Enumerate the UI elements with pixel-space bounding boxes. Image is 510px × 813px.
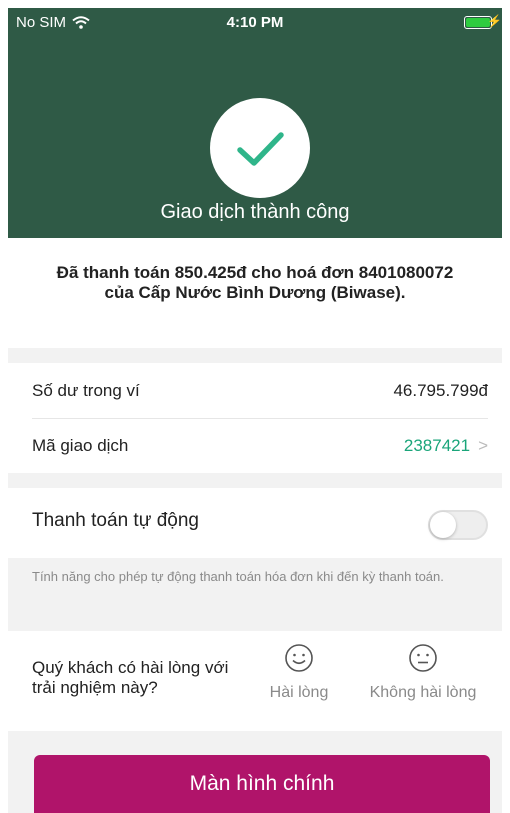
success-title: Giao dịch thành công	[160, 201, 350, 223]
status-bar: No SIM 4:10 PM ⚡	[8, 8, 502, 36]
neutral-face-icon[interactable]	[408, 643, 438, 673]
status-time: 4:10 PM	[226, 14, 284, 31]
auto-pay-toggle[interactable]	[428, 510, 488, 540]
charging-bolt-icon: ⚡	[487, 14, 502, 28]
feedback-unsatisfied-label[interactable]: Không hài lòng	[370, 684, 477, 701]
feedback-unsatisfied-option[interactable]: Không hài lòng	[368, 643, 478, 703]
chevron-right-icon[interactable]: >	[478, 436, 488, 455]
balance-row: Số dư trong ví 46.795.799đ	[32, 363, 488, 419]
auto-pay-label: Thanh toán tự động	[32, 510, 199, 531]
auto-pay-note: Tính năng cho phép tự động thanh toán hó…	[32, 569, 444, 584]
transaction-row[interactable]: Mã giao dịch 2387421 >	[32, 418, 488, 473]
success-header: No SIM 4:10 PM ⚡ Giao dịch thành công	[8, 8, 502, 238]
balance-label: Số dư trong ví	[32, 380, 140, 400]
success-badge	[210, 98, 310, 198]
transaction-id[interactable]: 2387421	[404, 436, 470, 455]
feedback-satisfied-label[interactable]: Hài lòng	[270, 684, 329, 701]
auto-pay-row: Thanh toán tự động	[8, 488, 502, 558]
toggle-knob[interactable]	[430, 512, 456, 538]
feedback-section: Quý khách có hài lòng với trải nghiệm nà…	[8, 631, 502, 731]
transaction-label: Mã giao dịch	[32, 435, 129, 455]
feedback-satisfied-option[interactable]: Hài lòng	[244, 643, 354, 703]
transaction-value-wrap[interactable]: 2387421 >	[404, 436, 488, 456]
home-button[interactable]: Màn hình chính	[34, 755, 490, 813]
smile-icon[interactable]	[284, 643, 314, 673]
feedback-question: Quý khách có hài lòng với trải nghiệm nà…	[32, 658, 229, 697]
payment-message-card: Đã thanh toán 850.425đ cho hoá đơn 84010…	[8, 238, 502, 348]
balance-value: 46.795.799đ	[393, 380, 488, 400]
payment-message: Đã thanh toán 850.425đ cho hoá đơn 84010…	[56, 263, 454, 302]
app-screen: No SIM 4:10 PM ⚡ Giao dịch thành công Đã…	[8, 8, 502, 813]
transaction-info: Số dư trong ví 46.795.799đ Mã giao dịch …	[8, 363, 502, 473]
check-icon	[237, 132, 284, 166]
